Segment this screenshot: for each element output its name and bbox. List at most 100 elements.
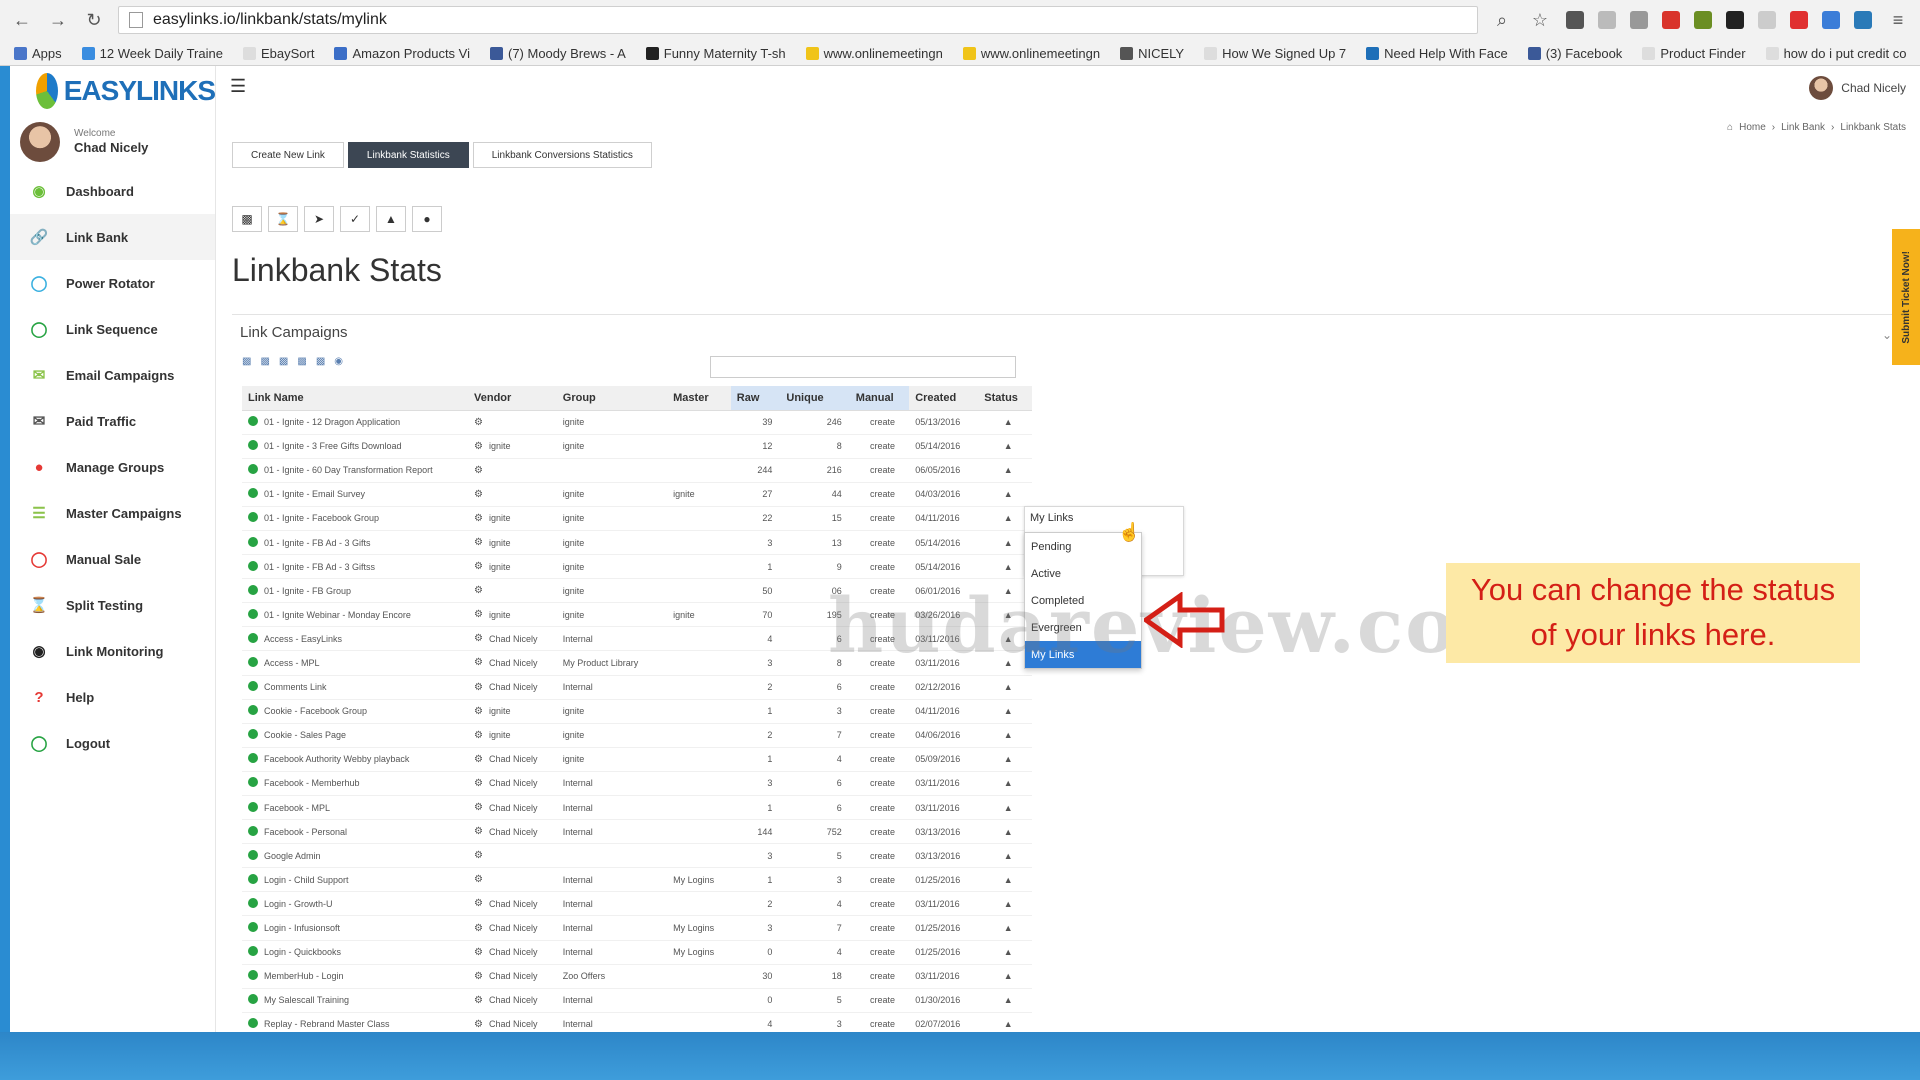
table-row[interactable]: Facebook - Memberhub ⚙ Chad Nicely Internal… [242, 771, 1032, 797]
table-row[interactable]: Facebook - MPL ⚙ Chad Nicely Internal 1 6 crea… [242, 795, 1032, 821]
link-name-cell[interactable]: 01 - Ignite - Facebook Group [258, 506, 468, 531]
status-user-icon[interactable]: ▲ [978, 699, 1032, 724]
bookmark[interactable]: Product Finder [1642, 46, 1746, 61]
manual-create-link[interactable]: create [849, 506, 910, 531]
bookmark[interactable]: Funny Maternity T-sh [645, 46, 786, 61]
sidebar-item-logout[interactable]: ◯ Logout [10, 720, 215, 766]
link-name-cell[interactable]: Comments Link [258, 675, 468, 700]
gear-icon[interactable]: ⚙ [468, 867, 483, 893]
gear-icon[interactable]: ⚙ [468, 554, 483, 580]
sidebar-item-link-sequence[interactable]: ◯ Link Sequence [10, 306, 215, 352]
manual-create-link[interactable]: create [849, 482, 910, 507]
link-name-cell[interactable]: 01 - Ignite - FB Ad - 3 Giftss [258, 554, 468, 580]
manual-create-link[interactable]: create [849, 771, 910, 797]
manual-create-link[interactable]: create [849, 699, 910, 724]
link-name-cell[interactable]: Facebook Authority Webby playback [258, 747, 468, 772]
extension-icon[interactable] [1822, 11, 1840, 29]
bookmark[interactable]: www.onlinemeetingn [805, 46, 943, 61]
tab-linkbank-conversions-statistics[interactable]: Linkbank Conversions Statistics [472, 142, 652, 168]
manual-create-link[interactable]: create [849, 843, 910, 869]
status-user-icon[interactable]: ▲ [978, 843, 1032, 869]
sidebar-item-split-testing[interactable]: ⌛ Split Testing [10, 582, 215, 628]
bell-icon[interactable]: ▲ [376, 206, 406, 232]
table-row[interactable]: Login - Quickbooks ⚙ Chad Nicely Internal My… [242, 940, 1032, 965]
sidebar-item-link-monitoring[interactable]: ◉ Link Monitoring [10, 628, 215, 674]
status-user-icon[interactable]: ▲ [978, 964, 1032, 989]
tab-linkbank-statistics[interactable]: Linkbank Statistics [347, 142, 469, 168]
status-user-icon[interactable]: ▲ [978, 723, 1032, 748]
bookmark[interactable]: how do i put credit co [1765, 46, 1906, 61]
link-name-cell[interactable]: Cookie - Facebook Group [258, 699, 468, 724]
manual-create-link[interactable]: create [849, 940, 910, 965]
hamburger-menu-icon[interactable]: ☰ [230, 76, 246, 97]
column-header-group[interactable]: Group [556, 386, 668, 411]
link-name-cell[interactable]: Login - Growth-U [258, 891, 468, 917]
bookmark[interactable]: (7) Moody Brews - A [490, 46, 626, 61]
table-row[interactable]: Comments Link ⚙ Chad Nicely Internal 2 6 creat… [242, 675, 1032, 700]
link-name-cell[interactable]: 01 - Ignite - 12 Dragon Application [258, 410, 468, 435]
link-name-cell[interactable]: Facebook - Memberhub [258, 771, 468, 797]
bookmark[interactable]: EbaySort [242, 46, 314, 61]
sidebar-item-master-campaigns[interactable]: ☰ Master Campaigns [10, 490, 215, 536]
gear-icon[interactable]: ⚙ [468, 915, 483, 941]
status-user-icon[interactable]: ▲ [978, 867, 1032, 893]
gear-icon[interactable]: ⚙ [468, 458, 483, 483]
sidebar-item-email-campaigns[interactable]: ✉ Email Campaigns [10, 352, 215, 398]
breadcrumb-link-bank[interactable]: Link Bank [1781, 122, 1825, 133]
pdf-icon[interactable]: ▩ [297, 356, 306, 367]
manual-create-link[interactable]: create [849, 747, 910, 772]
column-header-manual[interactable]: Manual [849, 386, 910, 411]
gear-icon[interactable]: ⚙ [468, 819, 483, 845]
manual-create-link[interactable]: create [849, 964, 910, 989]
url-text[interactable]: easylinks.io/linkbank/stats/mylink [153, 11, 387, 29]
column-header-unique[interactable]: Unique [780, 386, 850, 411]
table-row[interactable]: 01 - Ignite - Email Survey ⚙ ignite ignite 2… [242, 482, 1032, 507]
bookmark[interactable]: www.onlinemeetingn [962, 46, 1100, 61]
tab-create-new-link[interactable]: Create New Link [232, 142, 344, 168]
status-user-icon[interactable]: ▲ [978, 482, 1032, 507]
sidebar-item-dashboard[interactable]: ◉ Dashboard [10, 168, 215, 214]
table-row[interactable]: Cookie - Facebook Group ⚙ ignite ignite 1 3 cr… [242, 699, 1032, 724]
manual-create-link[interactable]: create [849, 675, 910, 700]
breadcrumb-home[interactable]: Home [1739, 122, 1766, 133]
manual-create-link[interactable]: create [849, 554, 910, 580]
chevron-down-icon[interactable]: ⌄ [1882, 328, 1892, 342]
extension-icon[interactable] [1758, 11, 1776, 29]
excel-icon[interactable]: ▩ [279, 356, 288, 367]
address-bar[interactable]: easylinks.io/linkbank/stats/mylink [118, 6, 1478, 34]
status-user-icon[interactable]: ▲ [978, 891, 1032, 917]
table-row[interactable]: 01 - Ignite - Facebook Group ⚙ ignite ignit… [242, 506, 1032, 531]
link-name-cell[interactable]: 01 - Ignite - 60 Day Transformation Repo… [258, 458, 468, 483]
sidebar-item-manual-sale[interactable]: ◯ Manual Sale [10, 536, 215, 582]
table-row[interactable]: Cookie - Sales Page ⚙ ignite ignite 2 7 create… [242, 723, 1032, 748]
sidebar-item-help[interactable]: ? Help [10, 674, 215, 720]
print-icon[interactable]: ▩ [316, 356, 325, 367]
back-icon[interactable]: ← [10, 8, 34, 32]
column-header-vendor[interactable]: Vendor [468, 386, 557, 411]
gear-icon[interactable]: ⚙ [468, 650, 483, 676]
gear-icon[interactable]: ⚙ [468, 602, 483, 628]
table-row[interactable]: Facebook - Personal ⚙ Chad Nicely Internal 1… [242, 819, 1032, 845]
gear-icon[interactable]: ⚙ [468, 434, 483, 459]
manual-create-link[interactable]: create [849, 988, 910, 1013]
extension-icon[interactable] [1566, 11, 1584, 29]
gear-icon[interactable]: ⚙ [468, 530, 483, 556]
link-name-cell[interactable]: My Salescall Training [258, 988, 468, 1013]
link-name-cell[interactable]: 01 - Ignite - FB Group [258, 578, 468, 604]
csv-icon[interactable]: ▩ [260, 356, 269, 367]
table-row[interactable]: 01 - Ignite - 3 Free Gifts Download ⚙ igni… [242, 434, 1032, 459]
link-name-cell[interactable]: Cookie - Sales Page [258, 723, 468, 748]
status-user-icon[interactable]: ▲ [978, 988, 1032, 1013]
column-header-master[interactable]: Master [667, 386, 731, 411]
gear-icon[interactable]: ⚙ [468, 723, 483, 748]
column-header-raw[interactable]: Raw [730, 386, 781, 411]
search-input[interactable] [710, 356, 1016, 378]
manual-create-link[interactable]: create [849, 915, 910, 941]
zoom-icon[interactable]: ⌕ [1490, 8, 1514, 32]
status-user-icon[interactable]: ▲ [978, 915, 1032, 941]
link-name-cell[interactable]: 01 - Ignite - Email Survey [258, 482, 468, 507]
status-select[interactable]: My Links [1030, 512, 1073, 524]
bookmark-star-icon[interactable]: ☆ [1528, 8, 1552, 32]
link-name-cell[interactable]: 01 - Ignite - FB Ad - 3 Gifts [258, 530, 468, 556]
gear-icon[interactable]: ⚙ [468, 795, 483, 821]
